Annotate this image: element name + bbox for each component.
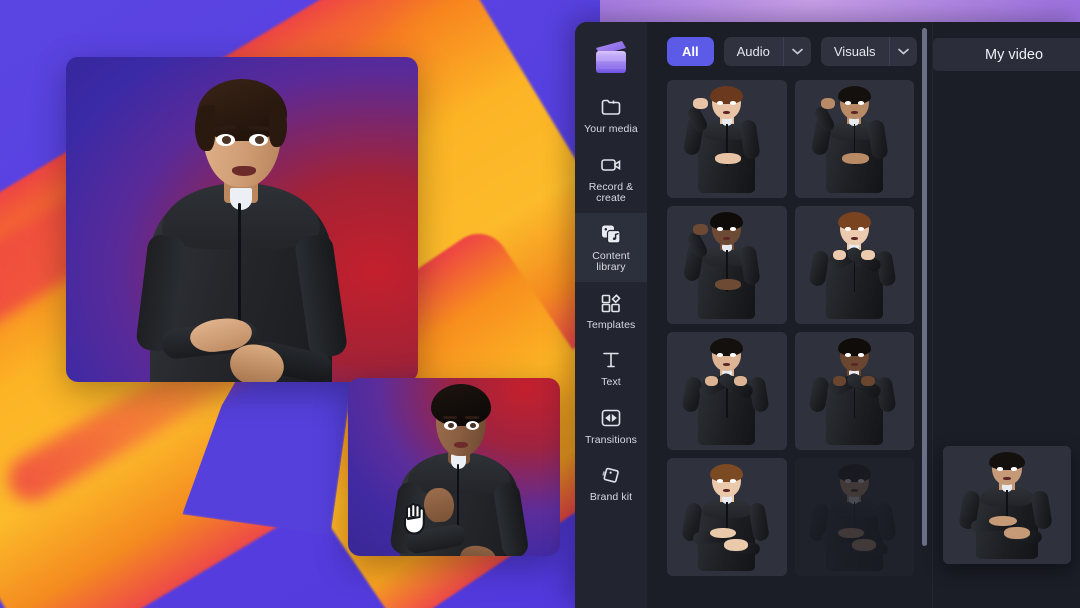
media-thumbnail[interactable] (667, 80, 787, 198)
sidebar-item-your-media[interactable]: Your media (575, 86, 647, 144)
left-sidebar-nav: Your media Record & create Content libra… (575, 22, 647, 608)
sidebar-item-label: Text (601, 376, 621, 388)
brand-kit-icon (599, 463, 623, 487)
sidebar-item-record-create[interactable]: Record & create (575, 144, 647, 213)
sidebar-item-label: Your media (584, 123, 638, 135)
templates-icon (599, 291, 623, 315)
drag-preview-thumbnail[interactable] (943, 446, 1071, 564)
sidebar-item-brand-kit[interactable]: Brand kit (575, 454, 647, 512)
sidebar-item-templates[interactable]: Templates (575, 282, 647, 340)
clapperboard-icon[interactable] (590, 36, 632, 78)
secondary-preview-card[interactable] (348, 378, 560, 556)
sidebar-item-label: Record & create (588, 180, 634, 204)
content-library-panel: All Audio Visuals (647, 22, 932, 608)
media-thumbnail-grid (647, 80, 932, 608)
media-thumbnail[interactable] (667, 332, 787, 450)
video-canvas-column: My video (932, 22, 1080, 608)
folder-icon (599, 95, 623, 119)
vertical-scrollbar[interactable] (922, 28, 927, 546)
filter-visuals-group: Visuals (820, 36, 917, 66)
media-thumbnail[interactable] (794, 458, 914, 576)
chevron-down-icon[interactable] (782, 36, 811, 66)
main-card-avatar (66, 57, 418, 382)
media-thumbnail[interactable] (667, 458, 787, 576)
sidebar-item-label: Transitions (584, 433, 638, 446)
filter-all-button[interactable]: All (667, 36, 714, 66)
media-thumbnail[interactable] (794, 206, 914, 324)
sidebar-item-label: Templates (586, 318, 636, 331)
video-editor-panel: Your media Record & create Content libra… (575, 22, 1080, 608)
media-thumbnail[interactable] (667, 206, 787, 324)
media-thumbnail[interactable] (794, 332, 914, 450)
main-preview-card[interactable] (66, 57, 418, 382)
video-title-tab[interactable]: My video (933, 38, 1080, 71)
transitions-icon (599, 406, 623, 430)
text-icon (599, 348, 623, 372)
media-thumbnail[interactable] (794, 80, 914, 198)
sidebar-item-label: Brand kit (589, 491, 633, 503)
secondary-card-avatar (348, 378, 560, 556)
filter-toolbar: All Audio Visuals (647, 22, 932, 80)
sidebar-item-label: Content library (592, 249, 630, 273)
filter-audio-group: Audio (723, 36, 811, 66)
video-camera-icon (599, 153, 623, 177)
sidebar-item-text[interactable]: Text (575, 339, 647, 397)
filter-audio-button[interactable]: Audio (724, 37, 783, 66)
content-library-icon (599, 222, 623, 246)
sidebar-item-content-library[interactable]: Content library (575, 212, 647, 282)
filter-visuals-button[interactable]: Visuals (821, 37, 889, 66)
sidebar-item-transitions[interactable]: Transitions (575, 397, 647, 455)
chevron-down-icon[interactable] (888, 36, 917, 66)
